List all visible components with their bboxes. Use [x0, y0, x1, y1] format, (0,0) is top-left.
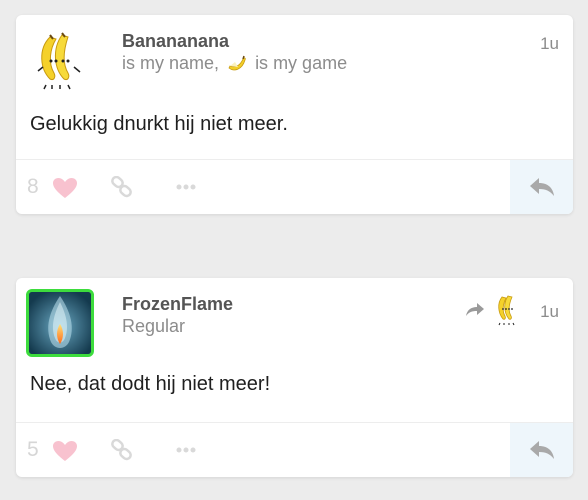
post-date[interactable]: 1u	[540, 34, 559, 54]
like-count[interactable]: 8	[27, 175, 39, 199]
like-count[interactable]: 5	[27, 438, 39, 462]
user-title: Regular	[122, 316, 186, 336]
post-actions: 8	[16, 159, 573, 214]
banana-emoji-icon	[228, 56, 246, 71]
reply-icon	[529, 178, 554, 196]
reply-button[interactable]	[510, 160, 573, 214]
post-date[interactable]: 1u	[540, 302, 559, 322]
heart-icon[interactable]	[52, 440, 78, 462]
reply-icon	[529, 441, 554, 459]
username[interactable]: Banananana	[122, 31, 229, 52]
dancing-banana-icon	[37, 32, 81, 90]
dancing-banana-icon[interactable]	[494, 293, 520, 327]
user-title-start: is my name,	[122, 53, 220, 73]
post-card: FrozenFlame Regular 1u Nee, dat dodt hij…	[16, 278, 573, 477]
link-icon[interactable]	[110, 176, 134, 198]
more-dots-icon[interactable]	[176, 447, 196, 453]
heart-icon[interactable]	[52, 177, 78, 199]
user-title: is my name, is my game	[122, 53, 347, 74]
frozen-flame-avatar	[29, 292, 91, 354]
more-dots-icon[interactable]	[176, 184, 196, 190]
user-title-end: is my game	[255, 53, 348, 73]
post-body: Gelukkig dnurkt hij niet meer.	[30, 113, 288, 135]
user-avatar[interactable]	[26, 289, 94, 357]
post-card: Banananana is my name, is my game 1u Gel…	[16, 15, 573, 214]
reply-to-arrow-icon[interactable]	[465, 302, 485, 318]
username[interactable]: FrozenFlame	[122, 294, 233, 315]
post-body: Nee, dat dodt hij niet meer!	[30, 373, 271, 395]
post-actions: 5	[16, 422, 573, 477]
reply-button[interactable]	[510, 423, 573, 477]
user-avatar[interactable]	[28, 27, 96, 95]
link-icon[interactable]	[110, 439, 134, 461]
